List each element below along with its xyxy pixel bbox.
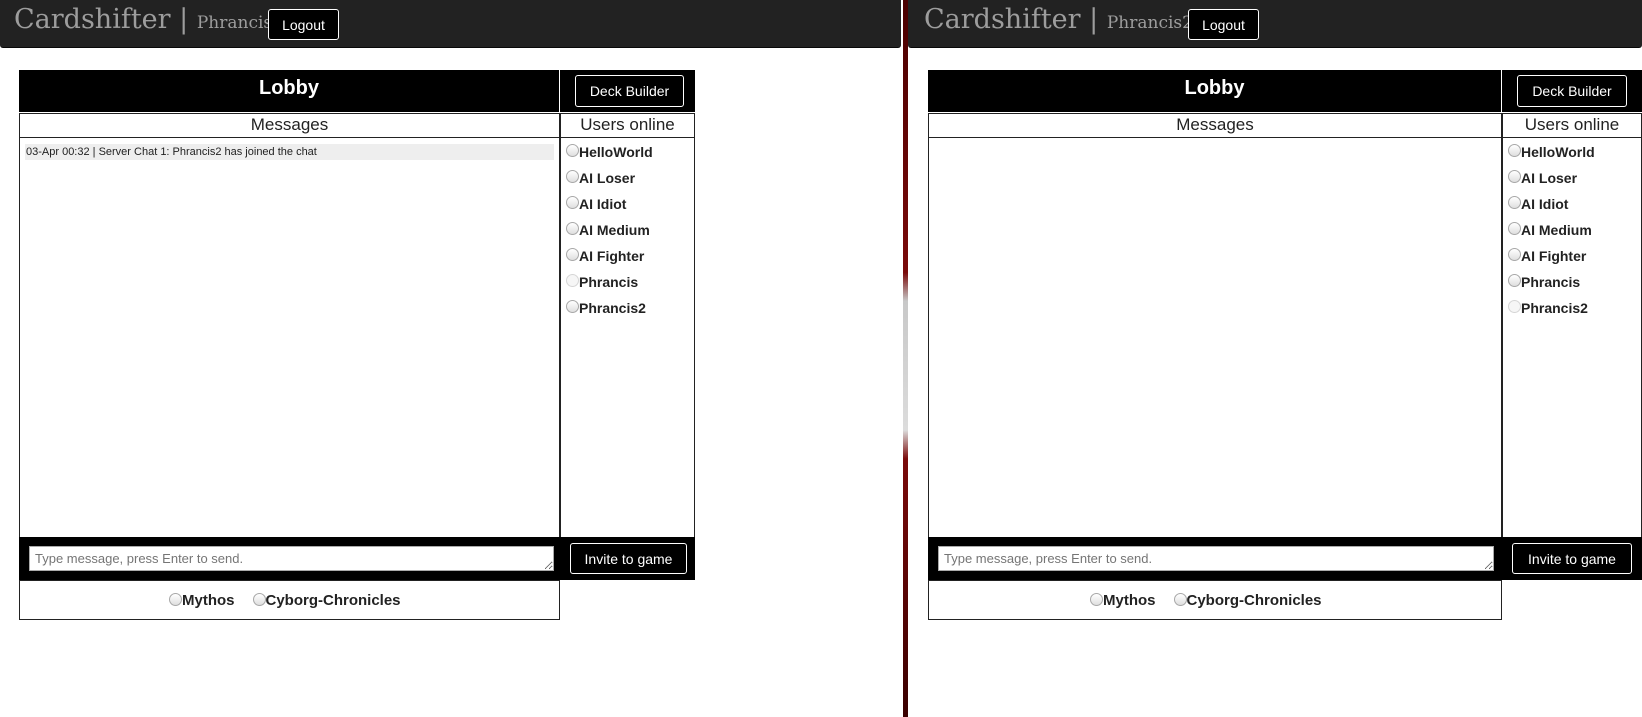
user-option-ai-loser[interactable]: AI Loser: [561, 168, 694, 194]
invite-to-game-button[interactable]: Invite to game: [570, 543, 687, 574]
deck-option-mythos[interactable]: Mythos: [169, 592, 235, 609]
brand-separator: |: [179, 4, 189, 35]
radio-icon[interactable]: [566, 222, 579, 235]
radio-icon[interactable]: [252, 593, 266, 606]
radio-icon[interactable]: [566, 144, 579, 157]
radio-icon[interactable]: [1508, 222, 1521, 235]
radio-icon[interactable]: [1508, 248, 1521, 261]
radio-icon[interactable]: [566, 248, 579, 261]
message-input[interactable]: [938, 546, 1494, 571]
user-option-ai-loser[interactable]: AI Loser: [1503, 168, 1641, 194]
message-input[interactable]: [29, 546, 554, 571]
deck-option-cyborg-chronicles[interactable]: Cyborg-Chronicles: [252, 592, 401, 609]
brand: Cardshifter | Phrancis: [14, 4, 272, 35]
invite-cell: Invite to game: [1502, 537, 1642, 580]
messages-list[interactable]: 03-Apr 00:32 | Server Chat 1: Phrancis2 …: [19, 137, 560, 538]
lobby-title: Lobby: [928, 70, 1501, 112]
brand-name: Cardshifter: [924, 4, 1081, 35]
user-option-phrancis2: Phrancis2: [1503, 298, 1641, 324]
user-option-ai-fighter[interactable]: AI Fighter: [561, 246, 694, 272]
user-option-helloworld[interactable]: HelloWorld: [1503, 142, 1641, 168]
users-online-list: HelloWorld AI Loser AI Idiot AI Medium A…: [1502, 137, 1642, 538]
invite-to-game-button[interactable]: Invite to game: [1512, 543, 1632, 574]
invite-cell: Invite to game: [560, 537, 695, 580]
radio-icon[interactable]: [1508, 170, 1521, 183]
radio-icon[interactable]: [1173, 593, 1187, 606]
deck-selector: Mythos Cyborg-Chronicles: [19, 580, 560, 620]
logout-button[interactable]: Logout: [268, 9, 339, 40]
brand-name: Cardshifter: [14, 4, 171, 35]
navbar: Cardshifter | Phrancis2 Logout: [908, 0, 1642, 48]
user-option-helloworld[interactable]: HelloWorld: [561, 142, 694, 168]
brand-separator: |: [1089, 4, 1099, 35]
message-input-bar: [928, 537, 1502, 580]
radio-icon-disabled: [1508, 300, 1521, 313]
radio-icon[interactable]: [169, 593, 182, 606]
chat-message: 03-Apr 00:32 | Server Chat 1: Phrancis2 …: [25, 144, 554, 160]
messages-header: Messages: [19, 113, 560, 138]
right-browser-pane: Cardshifter | Phrancis2 Logout Lobby Dec…: [908, 0, 1642, 717]
left-browser-pane: Cardshifter | Phrancis Logout Lobby Deck…: [0, 0, 903, 717]
message-input-bar: [19, 537, 560, 580]
radio-icon[interactable]: [1090, 593, 1103, 606]
deck-option-cyborg-chronicles[interactable]: Cyborg-Chronicles: [1173, 592, 1322, 609]
deck-builder-button[interactable]: Deck Builder: [1517, 75, 1627, 107]
user-option-ai-medium[interactable]: AI Medium: [561, 220, 694, 246]
radio-icon[interactable]: [1508, 144, 1521, 157]
radio-icon[interactable]: [566, 170, 579, 183]
users-online-header: Users online: [560, 113, 695, 138]
deck-builder-button[interactable]: Deck Builder: [575, 75, 684, 107]
radio-icon[interactable]: [1508, 274, 1521, 287]
radio-icon[interactable]: [1508, 196, 1521, 209]
user-option-phrancis: Phrancis: [561, 272, 694, 298]
current-username: Phrancis: [196, 13, 273, 33]
deck-options: Mythos Cyborg-Chronicles: [169, 592, 419, 609]
user-option-ai-medium[interactable]: AI Medium: [1503, 220, 1641, 246]
lobby-title: Lobby: [19, 70, 559, 112]
radio-icon[interactable]: [566, 300, 579, 313]
messages-header: Messages: [928, 113, 1502, 138]
deck-options: Mythos Cyborg-Chronicles: [1090, 592, 1340, 609]
navbar: Cardshifter | Phrancis Logout: [0, 0, 901, 48]
current-username: Phrancis2: [1106, 13, 1193, 33]
users-online-list: HelloWorld AI Loser AI Idiot AI Medium A…: [560, 137, 695, 538]
deck-option-mythos[interactable]: Mythos: [1090, 592, 1156, 609]
user-option-phrancis2[interactable]: Phrancis2: [561, 298, 694, 324]
deck-builder-cell: Deck Builder: [560, 70, 695, 112]
deck-builder-cell: Deck Builder: [1502, 70, 1642, 112]
user-option-ai-idiot[interactable]: AI Idiot: [561, 194, 694, 220]
deck-selector: Mythos Cyborg-Chronicles: [928, 580, 1502, 620]
radio-icon[interactable]: [566, 196, 579, 209]
users-online-header: Users online: [1502, 113, 1642, 138]
radio-icon-disabled: [566, 274, 579, 287]
user-option-ai-fighter[interactable]: AI Fighter: [1503, 246, 1641, 272]
brand: Cardshifter | Phrancis2: [924, 4, 1193, 35]
messages-list[interactable]: [928, 137, 1502, 538]
user-option-phrancis[interactable]: Phrancis: [1503, 272, 1641, 298]
logout-button[interactable]: Logout: [1188, 9, 1259, 40]
user-option-ai-idiot[interactable]: AI Idiot: [1503, 194, 1641, 220]
